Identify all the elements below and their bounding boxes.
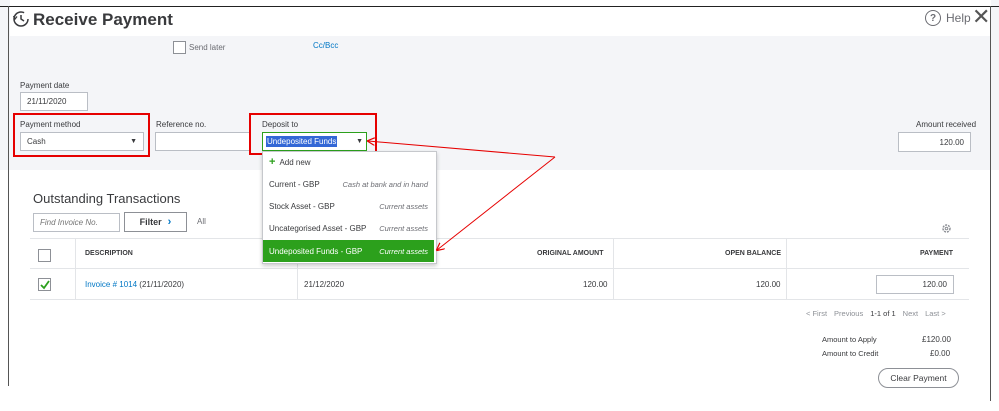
annotation-arrows	[0, 0, 556, 411]
annotation-arrow	[437, 156, 556, 250]
annotation-arrow	[368, 141, 556, 158]
